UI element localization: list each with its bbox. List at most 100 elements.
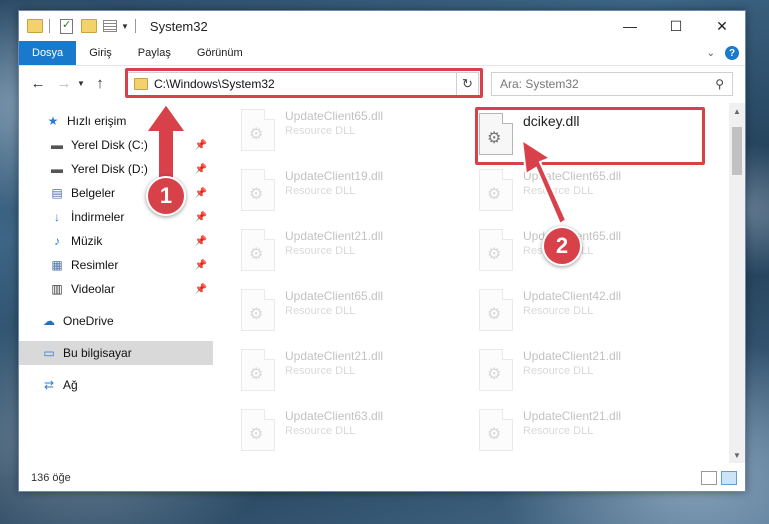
search-input[interactable]: Ara: System32 ⚲ [491,72,733,96]
pin-icon[interactable]: 📌 [195,140,207,151]
file-type: Resource DLL [523,425,594,437]
scroll-thumb[interactable] [732,127,742,175]
up-button[interactable]: ↑ [89,73,111,95]
dll-file-icon: ⚙ [241,349,275,391]
file-item[interactable]: ⚙ UpdateClient42.dll Resource DLL [479,289,699,345]
tab-share[interactable]: Paylaş [125,41,184,65]
sidebar-item-label: Belgeler [71,186,116,200]
sidebar-item-label: İndirmeler [71,210,125,224]
sidebar-item-label: Videolar [71,282,115,296]
navigation-pane: ★ Hızlı erişim ▬ Yerel Disk (C:) 📌 ▬ Yer… [19,103,213,463]
file-item[interactable]: ⚙ UpdateClient65.dllResource DLL [241,289,461,345]
file-item[interactable]: ⚙ UpdateClient65.dllResource DLL [479,169,699,225]
file-name: UpdateClient42.dll [523,289,622,303]
file-type: Resource DLL [523,185,594,197]
vertical-scrollbar[interactable]: ▲ ▼ [729,103,745,463]
tab-file[interactable]: Dosya [19,41,77,65]
computer-icon: ▭ [43,346,55,360]
customize-icon[interactable] [103,20,117,32]
documents-icon: ▤ [51,186,63,200]
sidebar-item-label: Yerel Disk (D:) [71,162,148,176]
cloud-icon: ☁ [43,314,55,328]
sidebar-item-label: Hızlı erişim [67,114,127,128]
file-name: UpdateClient21.dll [523,349,622,363]
file-item[interactable]: ⚙ UpdateClient65.dllResource DLL [241,109,461,165]
dll-file-icon: ⚙ [241,109,275,151]
dll-file-icon: ⚙ [241,229,275,271]
drive-icon: ▬ [51,162,63,176]
scroll-up-icon[interactable]: ▲ [729,103,745,119]
network-icon: ⇄ [43,378,55,392]
sidebar-item-downloads[interactable]: ↓ İndirmeler 📌 [19,205,213,229]
sidebar-item-label: Bu bilgisayar [63,346,132,360]
pin-icon[interactable]: 📌 [195,260,207,271]
callout-badge-2: 2 [542,226,582,266]
scroll-down-icon[interactable]: ▼ [729,447,745,463]
file-item[interactable]: ⚙ UpdateClient21.dll Resource DLL [241,229,461,285]
folder-icon [27,19,43,33]
tab-view[interactable]: Görünüm [184,41,256,65]
pin-icon[interactable]: 📌 [195,284,207,295]
maximize-button[interactable]: ☐ [653,11,699,41]
pictures-icon: ▦ [51,258,63,272]
sidebar-item-label: OneDrive [63,314,114,328]
title-bar: ▼ System32 — ☐ ✕ [19,11,745,41]
minimize-button[interactable]: — [607,11,653,41]
sidebar-item-label: Ağ [63,378,78,392]
file-type: Resource DLL [523,365,594,377]
file-item[interactable]: ⚙ UpdateClient21.dll Resource DLL [479,409,699,463]
sidebar-item-videos[interactable]: ▥ Videolar 📌 [19,277,213,301]
callout-badge-1: 1 [146,176,186,216]
file-type: Resource DLL [285,185,356,197]
properties-check-icon[interactable] [60,18,73,34]
dll-file-icon: ⚙ [479,349,513,391]
quick-access-dropdown-icon[interactable]: ▼ [121,22,129,31]
address-bar-highlight [125,68,483,98]
drive-icon: ▬ [51,138,63,152]
dll-file-icon: ⚙ [479,409,513,451]
divider [134,19,136,33]
file-item[interactable]: ⚙ UpdateClient19.dll Resource DLL [241,169,461,225]
file-highlight [475,107,705,165]
sidebar-item-this-pc[interactable]: ▭ Bu bilgisayar [19,341,213,365]
sidebar-item-network[interactable]: ⇄ Ağ [19,373,213,397]
sidebar-item-drive-d[interactable]: ▬ Yerel Disk (D:) 📌 [19,157,213,181]
sidebar-item-music[interactable]: ♪ Müzik 📌 [19,229,213,253]
help-icon[interactable]: ? [725,46,739,60]
file-explorer-window: ▼ System32 — ☐ ✕ Dosya Giriş Paylaş Görü… [18,10,746,492]
file-type: Resource DLL [285,365,356,377]
file-name: UpdateClient63.dll [285,409,384,423]
item-count: 136 öğe [31,472,71,484]
file-item[interactable]: ⚙ UpdateClient21.dll Resource DLL [241,349,461,405]
file-item[interactable]: ⚙ UpdateClient65.dllResource DLL [479,229,699,285]
dll-file-icon: ⚙ [479,289,513,331]
pin-icon[interactable]: 📌 [195,236,207,247]
file-name: UpdateClient21.dll [285,349,384,363]
pin-icon[interactable]: 📌 [195,212,207,223]
forward-button[interactable]: → [53,73,75,95]
pin-icon[interactable]: 📌 [195,164,207,175]
expand-ribbon-icon[interactable]: ⌄ [707,48,715,59]
pin-icon[interactable]: 📌 [195,188,207,199]
file-item[interactable]: ⚙ UpdateClient21.dll Resource DLL [479,349,699,405]
close-button[interactable]: ✕ [699,11,745,41]
music-icon: ♪ [54,234,60,248]
sidebar-item-onedrive[interactable]: ☁ OneDrive [19,309,213,333]
large-icons-view-icon[interactable] [721,471,737,485]
new-folder-icon[interactable] [81,19,97,33]
status-bar: 136 öğe [19,465,745,491]
search-icon: ⚲ [715,77,724,91]
file-item[interactable]: ⚙ UpdateClient63.dll Resource DLL [241,409,461,463]
file-type: Resource DLL [285,245,356,257]
sidebar-item-pictures[interactable]: ▦ Resimler 📌 [19,253,213,277]
back-button[interactable]: ← [27,73,49,95]
videos-icon: ▥ [51,282,63,296]
details-view-icon[interactable] [701,471,717,485]
sidebar-item-quick-access[interactable]: ★ Hızlı erişim [19,109,213,133]
sidebar-item-drive-c[interactable]: ▬ Yerel Disk (C:) 📌 [19,133,213,157]
file-name: UpdateClient19.dll [285,169,384,183]
tab-home[interactable]: Giriş [76,41,125,65]
recent-locations-dropdown-icon[interactable]: ▼ [75,73,87,95]
file-type: Resource DLL [285,305,356,317]
dll-file-icon: ⚙ [241,169,275,211]
